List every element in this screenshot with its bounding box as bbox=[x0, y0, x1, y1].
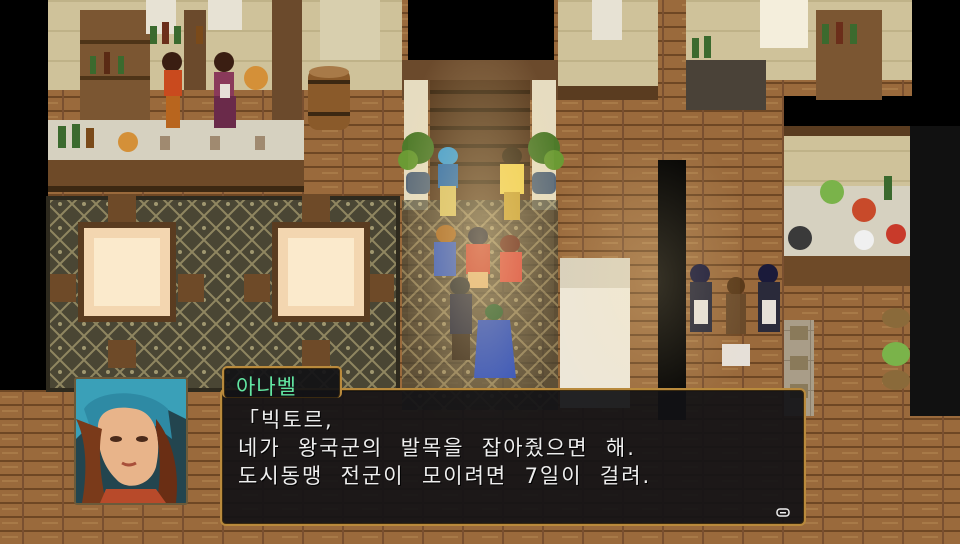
character-portrait bbox=[74, 377, 188, 505]
barrel bbox=[308, 66, 350, 130]
speaker-name: 아나벨 bbox=[236, 375, 297, 399]
npc-bartender-2 bbox=[214, 52, 236, 128]
dialogue-line-3: 도시동맹 전군이 모이려면 7일이 걸려. bbox=[238, 464, 652, 488]
dialogue-line-1: 「빅토르, bbox=[238, 408, 334, 432]
dialogue-line-2: 네가 왕국군의 발목을 잡아줬으면 해. bbox=[238, 436, 636, 460]
speaker-name-tab: 아나벨 bbox=[222, 366, 342, 399]
continue-arrow-icon bbox=[776, 508, 790, 517]
baskets bbox=[882, 308, 910, 390]
dialogue-box[interactable]: 「빅토르, 네가 왕국군의 발목을 잡아줬으면 해. 도시동맹 전군이 모이려면… bbox=[220, 388, 806, 526]
